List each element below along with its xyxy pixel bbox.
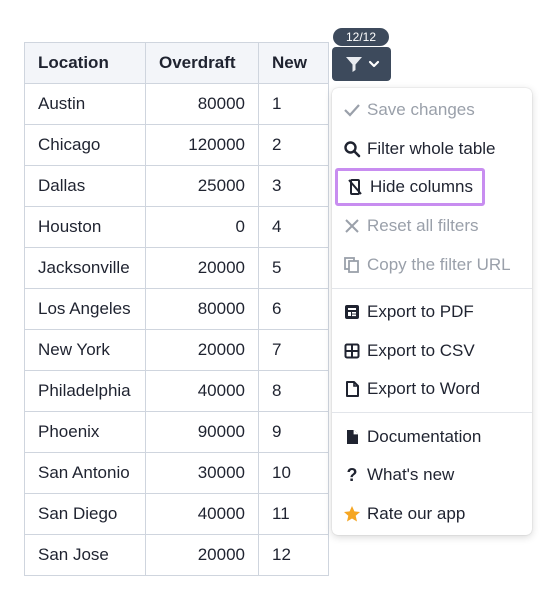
filter-menu-button[interactable]: [332, 47, 391, 81]
cell-new: 3: [258, 165, 329, 207]
close-icon: [343, 217, 361, 235]
menu-item-label: Save changes: [367, 100, 475, 119]
cell-location: Philadelphia: [24, 370, 146, 412]
cell-location: San Diego: [24, 493, 146, 535]
cell-new: 11: [258, 493, 329, 535]
pdf-file-icon: [343, 303, 361, 321]
menu-item-label: Export to PDF: [367, 302, 474, 321]
menu-item-label: Hide columns: [370, 177, 473, 196]
cell-overdraft: 20000: [145, 534, 259, 576]
file-icon: [343, 380, 361, 398]
table-body: Austin 80000 1 Chicago 120000 2 Dallas 25000 3 Ho…: [24, 83, 329, 576]
table-row: New York 20000 7: [24, 329, 329, 371]
table-icon: [343, 342, 361, 360]
cell-location: San Jose: [24, 534, 146, 576]
chevron-down-icon: [368, 60, 379, 68]
cell-overdraft: 20000: [145, 329, 259, 371]
cell-overdraft: 25000: [145, 165, 259, 207]
table-row: Philadelphia 40000 8: [24, 370, 329, 412]
menu-item-export-csv[interactable]: Export to CSV: [340, 335, 524, 367]
check-icon: [343, 101, 361, 119]
table-row: Houston 0 4: [24, 206, 329, 248]
menu-item-label: Rate our app: [367, 504, 466, 523]
menu-item-label: Filter whole table: [367, 139, 496, 158]
menu-item-copy-filter-url[interactable]: Copy the filter URL: [340, 249, 524, 281]
menu-item-whats-new[interactable]: ? What's new: [340, 459, 524, 491]
menu-item-label: Export to Word: [367, 379, 481, 398]
cell-overdraft: 0: [145, 206, 259, 248]
cell-overdraft: 80000: [145, 83, 259, 125]
table-row: Phoenix 90000 9: [24, 411, 329, 453]
cell-new: 8: [258, 370, 329, 412]
data-table: Location Overdraft New Austin 80000 1 Chica…: [24, 42, 329, 576]
cell-new: 5: [258, 247, 329, 289]
column-header-location[interactable]: Location: [24, 42, 146, 84]
cell-location: Chicago: [24, 124, 146, 166]
cell-overdraft: 80000: [145, 288, 259, 330]
table-row: Austin 80000 1: [24, 83, 329, 125]
menu-item-documentation[interactable]: Documentation: [340, 421, 524, 453]
menu-item-label: Export to CSV: [367, 341, 475, 360]
table-header-row: Location Overdraft New: [24, 42, 329, 84]
cell-location: Austin: [24, 83, 146, 125]
cell-overdraft: 90000: [145, 411, 259, 453]
cell-new: 7: [258, 329, 329, 371]
cell-new: 9: [258, 411, 329, 453]
cell-overdraft: 20000: [145, 247, 259, 289]
table-row: San Diego 40000 11: [24, 493, 329, 535]
menu-item-label: Reset all filters: [367, 216, 479, 235]
menu-separator: [332, 412, 532, 413]
cell-new: 4: [258, 206, 329, 248]
menu-item-save-changes[interactable]: Save changes: [340, 94, 524, 126]
search-icon: [343, 140, 361, 158]
table-row: Dallas 25000 3: [24, 165, 329, 207]
cell-new: 10: [258, 452, 329, 494]
cell-new: 12: [258, 534, 329, 576]
menu-item-label: Copy the filter URL: [367, 255, 511, 274]
table-row: San Antonio 30000 10: [24, 452, 329, 494]
cell-location: Jacksonville: [24, 247, 146, 289]
cell-new: 1: [258, 83, 329, 125]
menu-item-label: Documentation: [367, 427, 482, 446]
cell-location: Houston: [24, 206, 146, 248]
cell-new: 2: [258, 124, 329, 166]
menu-item-reset-all-filters[interactable]: Reset all filters: [340, 210, 524, 242]
cell-location: San Antonio: [24, 452, 146, 494]
filter-icon: [345, 57, 362, 72]
table-row: Chicago 120000 2: [24, 124, 329, 166]
document-icon: [343, 428, 361, 446]
menu-separator: [332, 288, 532, 289]
cell-location: Los Angeles: [24, 288, 146, 330]
cell-location: New York: [24, 329, 146, 371]
cell-location: Phoenix: [24, 411, 146, 453]
cell-overdraft: 40000: [145, 370, 259, 412]
menu-item-export-word[interactable]: Export to Word: [340, 373, 524, 405]
filter-count-badge: 12/12: [333, 28, 389, 46]
cell-location: Dallas: [24, 165, 146, 207]
cell-new: 6: [258, 288, 329, 330]
filter-dropdown-menu: Save changes Filter whole table Hide col…: [332, 88, 532, 535]
copy-icon: [343, 256, 361, 274]
menu-item-export-pdf[interactable]: Export to PDF: [340, 296, 524, 328]
cell-overdraft: 120000: [145, 124, 259, 166]
menu-item-filter-whole-table[interactable]: Filter whole table: [340, 133, 524, 165]
menu-item-hide-columns[interactable]: Hide columns: [335, 168, 485, 206]
column-header-new[interactable]: New: [258, 42, 329, 84]
column-header-overdraft[interactable]: Overdraft: [145, 42, 259, 84]
star-icon: [343, 505, 361, 523]
cell-overdraft: 40000: [145, 493, 259, 535]
table-row: San Jose 20000 12: [24, 534, 329, 576]
table-row: Jacksonville 20000 5: [24, 247, 329, 289]
table-row: Los Angeles 80000 6: [24, 288, 329, 330]
menu-item-label: What's new: [367, 465, 455, 484]
question-icon: ?: [346, 464, 358, 485]
menu-item-rate-app[interactable]: Rate our app: [340, 498, 524, 530]
cell-overdraft: 30000: [145, 452, 259, 494]
hide-columns-icon: [346, 178, 364, 196]
